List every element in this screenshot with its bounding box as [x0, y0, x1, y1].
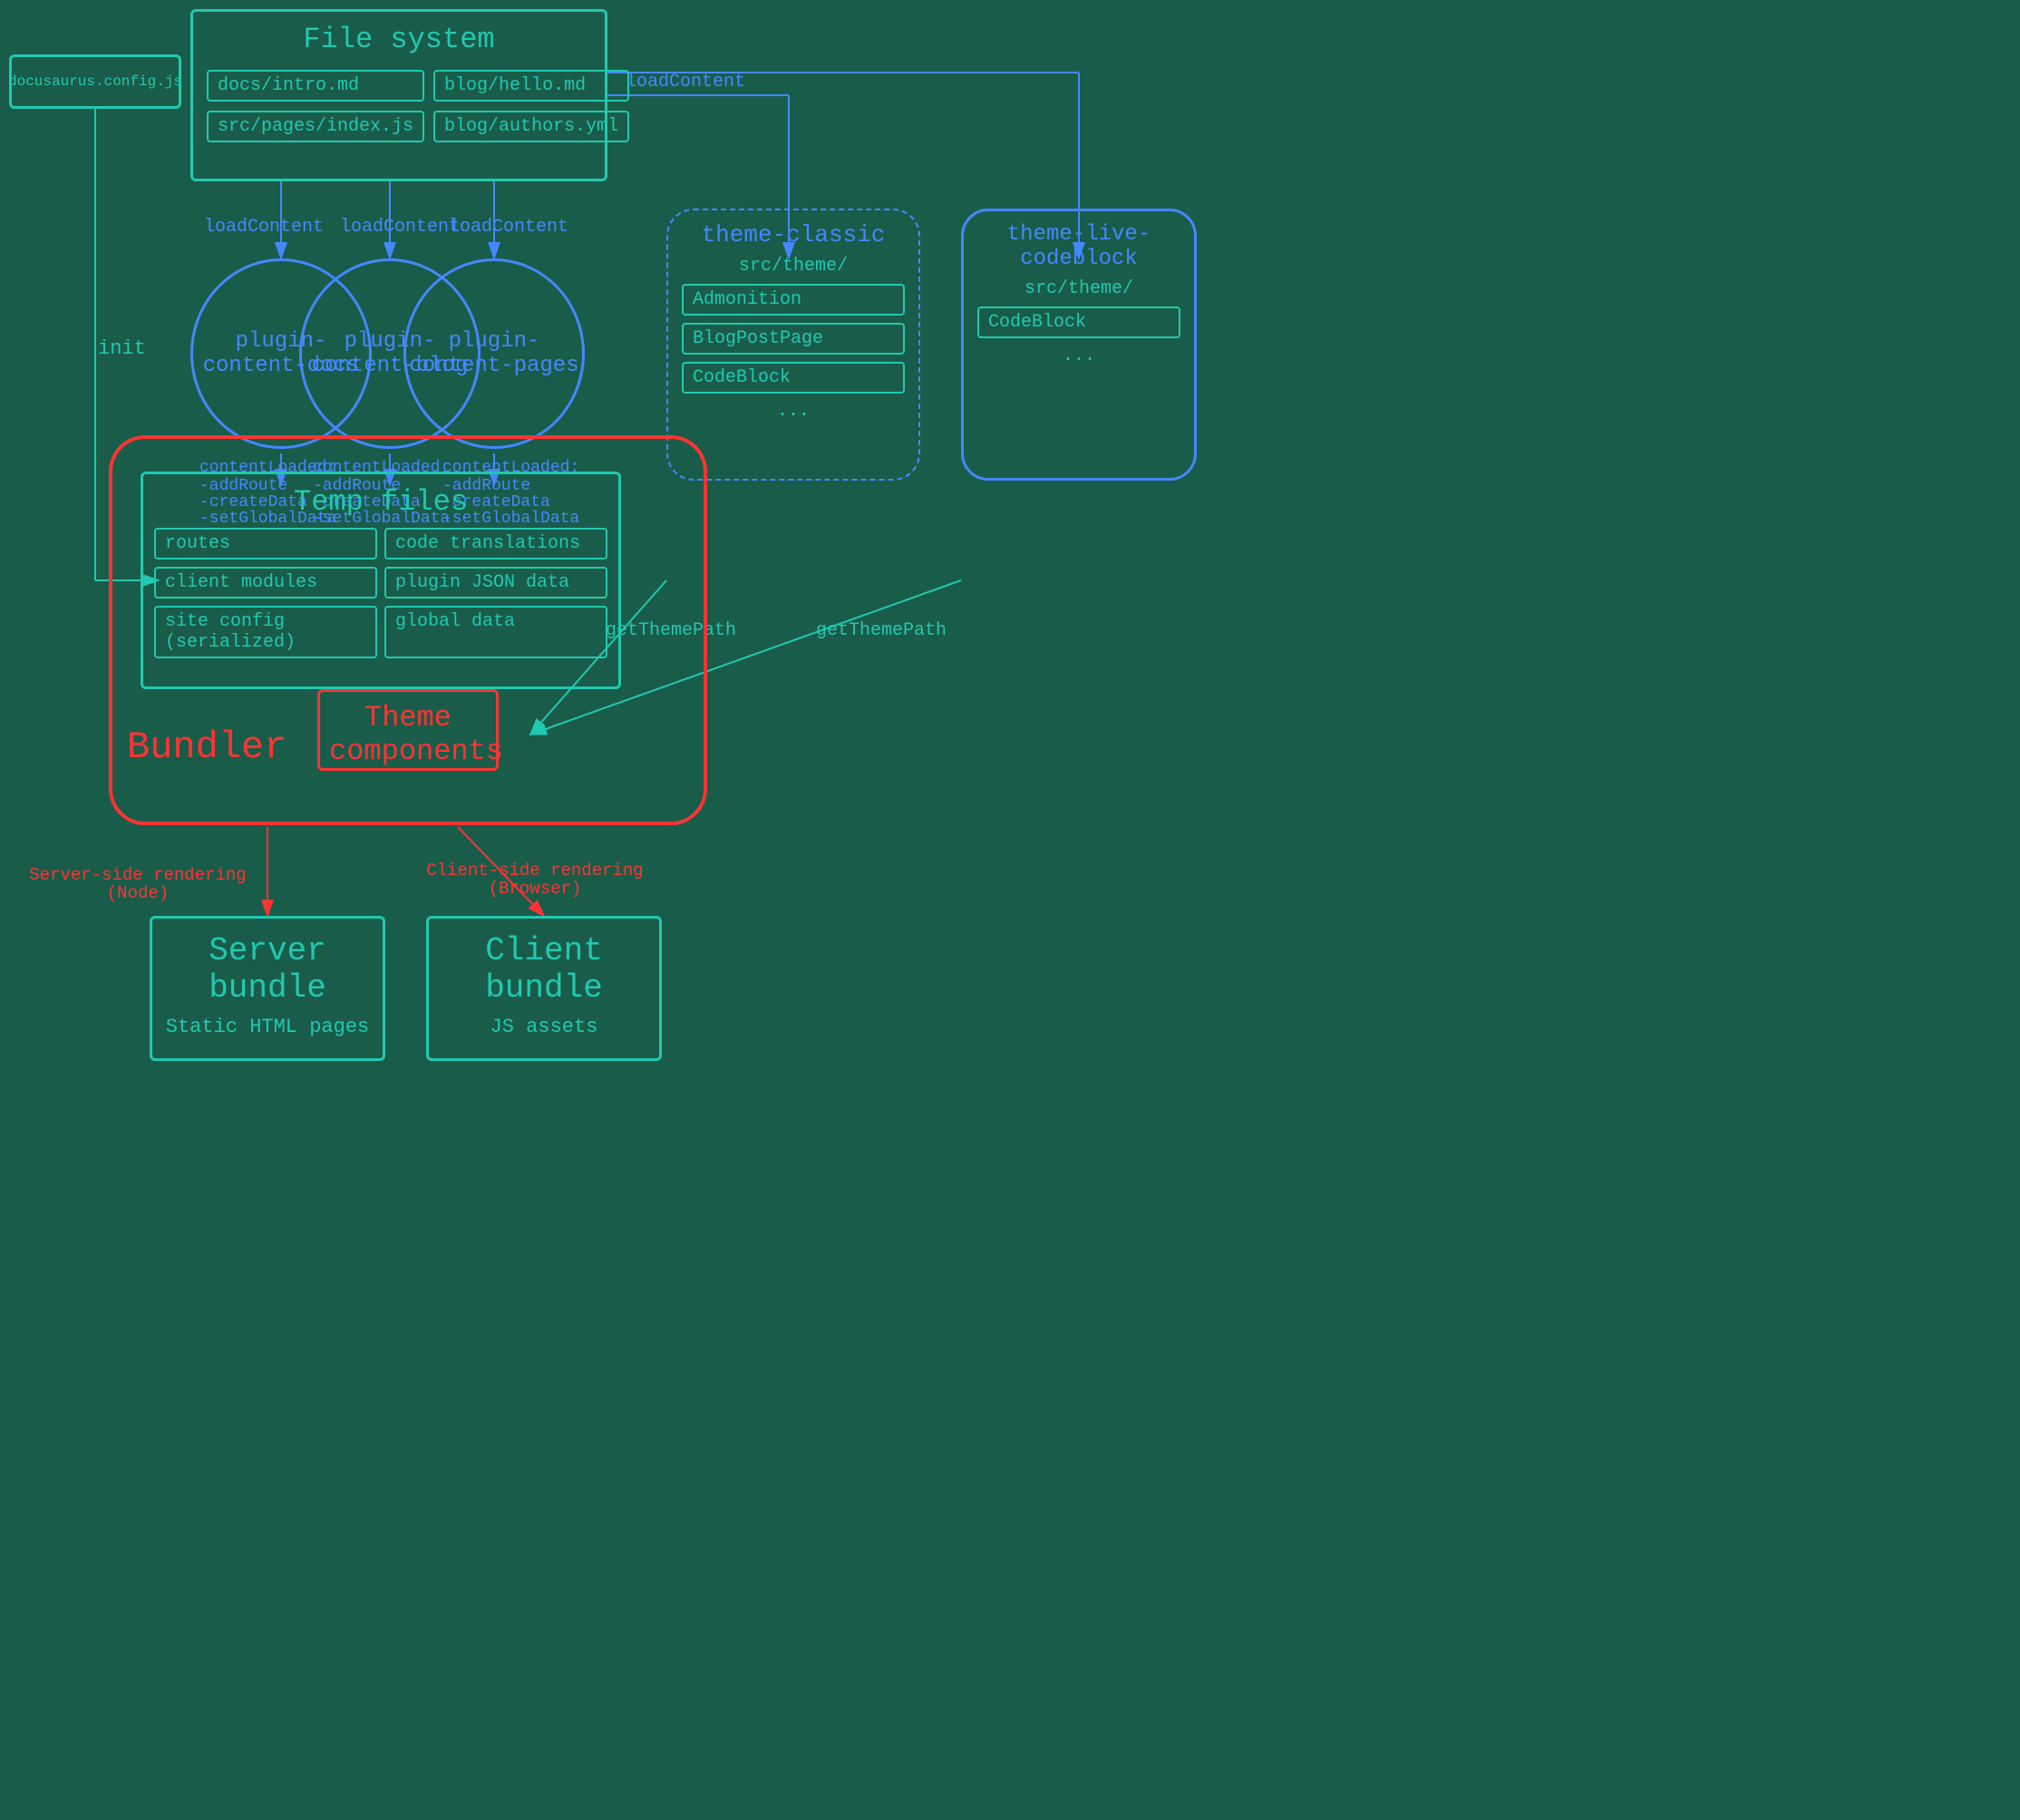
docusaurus-config-label: docusaurus.config.js [8, 73, 182, 90]
file-blog-hello: blog/hello.md [433, 70, 629, 102]
temp-files-box: Temp files routes code translations clie… [141, 472, 621, 689]
client-bundle-subtitle: JS assets [429, 1016, 659, 1038]
theme-live-codeblock-src: src/theme/ [964, 278, 1194, 299]
server-bundle-subtitle: Static HTML pages [152, 1016, 383, 1038]
client-bundle-title: Client bundle [429, 932, 659, 1007]
client-modules-box: client modules [154, 567, 377, 599]
site-config-box: site config (serialized) [154, 606, 377, 658]
svg-text:loadContent: loadContent [340, 217, 460, 238]
bundler-label: Bundler [127, 725, 286, 769]
code-translations-box: code translations [384, 528, 607, 560]
svg-text:loadContent: loadContent [204, 217, 324, 238]
theme-classic-src: src/theme/ [668, 256, 918, 277]
routes-box: routes [154, 528, 377, 560]
svg-text:init: init [98, 337, 146, 360]
file-src-pages: src/pages/index.js [207, 111, 424, 142]
svg-text:Server-side rendering: Server-side rendering [29, 865, 246, 885]
server-bundle-box: Server bundle Static HTML pages [150, 916, 385, 1061]
plugin-content-pages-label: plugin-content-pages [406, 329, 582, 378]
theme-classic-more: ... [682, 401, 905, 422]
file-docs-intro: docs/intro.md [207, 70, 424, 102]
file-system-title: File system [193, 23, 605, 56]
file-blog-authors: blog/authors.yml [433, 111, 629, 142]
svg-text:(Node): (Node) [107, 883, 169, 903]
global-data-box: global data [384, 606, 607, 658]
theme-components-label: Theme components [329, 701, 503, 768]
docusaurus-config-box: docusaurus.config.js [9, 54, 181, 109]
svg-text:(Browser): (Browser) [489, 879, 582, 899]
svg-text:Client-side rendering: Client-side rendering [426, 861, 643, 881]
admonition-box: Admonition [682, 284, 905, 316]
svg-text:loadContent: loadContent [626, 72, 745, 92]
codeblock-classic-box: CodeBlock [682, 362, 905, 394]
theme-components-box: Theme components [317, 689, 499, 771]
codeblock-live-box: CodeBlock [977, 307, 1180, 338]
theme-classic-title: theme-classic [668, 221, 918, 248]
svg-text:getThemePath: getThemePath [816, 620, 947, 641]
blog-post-page-box: BlogPostPage [682, 323, 905, 355]
server-bundle-title: Server bundle [152, 932, 383, 1007]
theme-live-more: ... [977, 346, 1180, 366]
temp-files-title: Temp files [143, 485, 618, 519]
plugin-content-pages-circle: plugin-content-pages [403, 258, 585, 449]
theme-live-codeblock-title: theme-live-codeblock [964, 222, 1194, 271]
theme-classic-box: theme-classic src/theme/ Admonition Blog… [666, 209, 920, 481]
theme-live-codeblock-box: theme-live-codeblock src/theme/ CodeBloc… [961, 209, 1197, 481]
client-bundle-box: Client bundle JS assets [426, 916, 662, 1061]
file-system-box: File system docs/intro.md blog/hello.md … [190, 9, 607, 181]
plugin-json-data-box: plugin JSON data [384, 567, 607, 599]
svg-text:loadContent: loadContent [449, 217, 568, 238]
